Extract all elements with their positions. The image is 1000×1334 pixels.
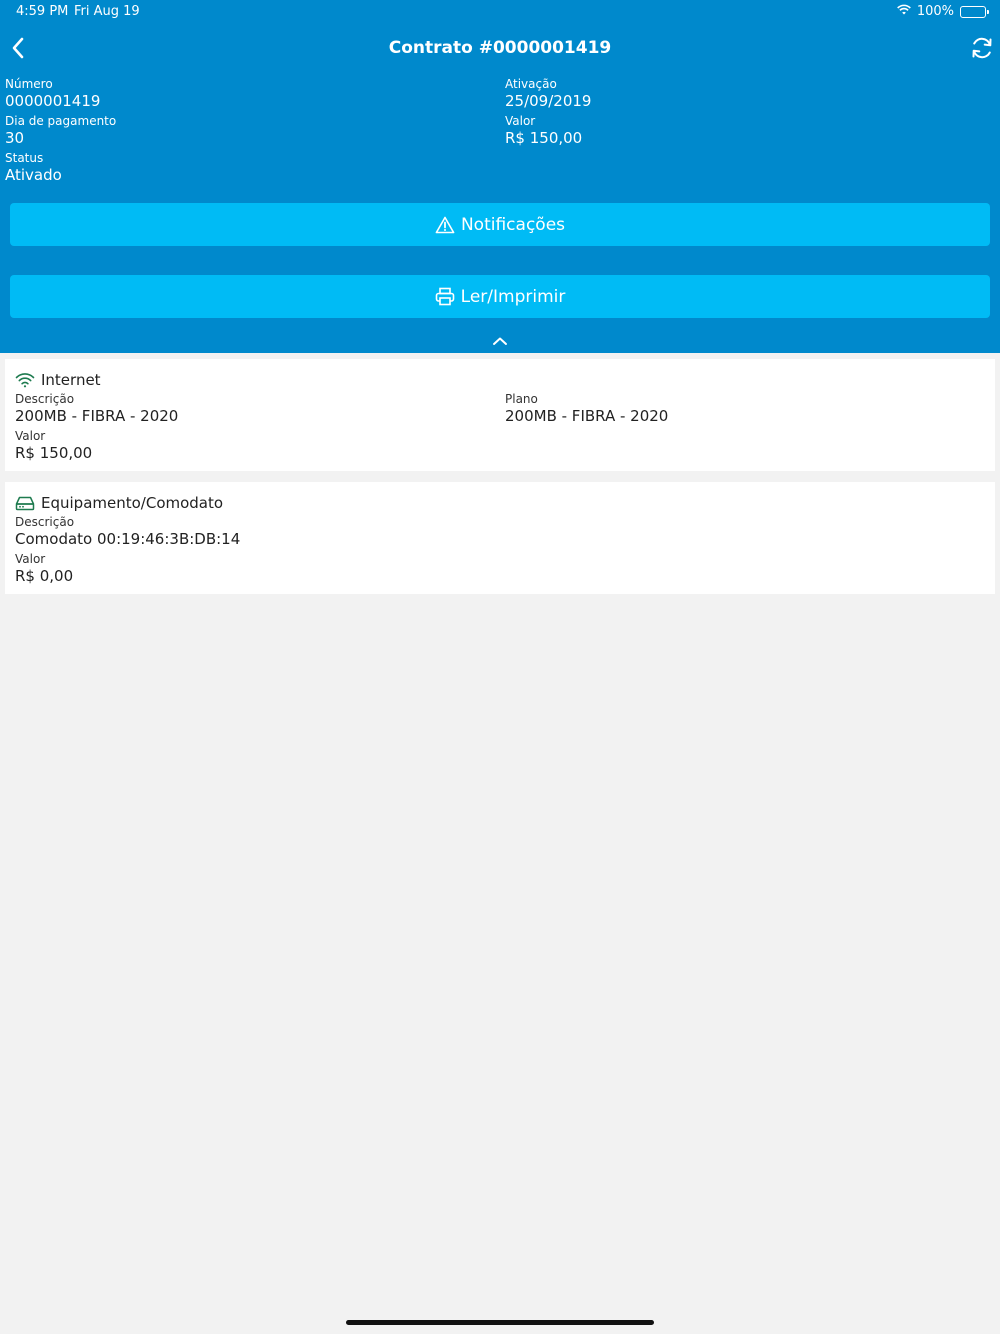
internet-valor-label: Valor [15,429,46,443]
equipamento-valor-label: Valor [15,552,46,566]
chevron-up-icon [493,337,507,345]
status-value: Ativado [5,166,62,184]
status-time: 4:59 PM [16,4,69,19]
status-right: 100% [896,4,989,19]
equipamento-card: Equipamento/Comodato Descrição Comodato … [5,482,995,594]
internet-valor-field: Valor R$ 150,00 [15,429,92,463]
internet-plano-value: 200MB - FIBRA - 2020 [505,407,669,425]
home-indicator[interactable] [346,1320,654,1325]
internet-valor-value: R$ 150,00 [15,444,93,462]
header: 4:59 PM Fri Aug 19 100% Contrato #000000… [0,0,1000,353]
dia-pagamento-label: Dia de pagamento [5,114,117,128]
status-label: Status [5,151,44,165]
refresh-button[interactable] [968,34,996,62]
internet-descricao-value: 200MB - FIBRA - 2020 [15,407,179,425]
numero-field: Número 0000001419 [5,77,100,111]
refresh-icon [972,37,992,59]
internet-plano-label: Plano [505,392,538,406]
equipamento-valor-value: R$ 0,00 [15,567,74,585]
notificacoes-button[interactable]: Notificações [10,203,990,246]
status-field: Status Ativado [5,151,62,185]
notificacoes-label: Notificações [460,214,566,235]
valor-value: R$ 150,00 [505,129,583,147]
internet-card: Internet Descrição 200MB - FIBRA - 2020 … [5,359,995,471]
battery-icon [960,5,989,18]
equipamento-valor-field: Valor R$ 0,00 [15,552,73,586]
wifi-icon [15,373,35,388]
ativacao-label: Ativação [505,77,557,91]
internet-title: Internet [15,371,101,389]
hard-drive-icon [15,496,35,511]
equipamento-descricao-value: Comodato 00:19:46:3B:DB:14 [15,530,241,548]
imprimir-label: Ler/Imprimir [460,286,566,307]
printer-icon [435,287,454,306]
dia-pagamento-value: 30 [5,129,25,147]
valor-label: Valor [505,114,536,128]
equipamento-title: Equipamento/Comodato [15,494,223,512]
imprimir-button[interactable]: Ler/Imprimir [10,275,990,318]
ativacao-value: 25/09/2019 [505,92,592,110]
status-bar: 4:59 PM Fri Aug 19 100% [0,0,1000,24]
internet-descricao-field: Descrição 200MB - FIBRA - 2020 [15,392,178,426]
collapse-button[interactable] [488,332,512,350]
numero-label: Número [5,77,53,91]
status-date: Fri Aug 19 [74,4,140,19]
equipamento-descricao-field: Descrição Comodato 00:19:46:3B:DB:14 [15,515,240,549]
ativacao-field: Ativação 25/09/2019 [505,77,591,111]
equipamento-descricao-label: Descrição [15,515,75,529]
valor-field: Valor R$ 150,00 [505,114,582,148]
internet-title-label: Internet [41,371,101,389]
page-title: Contrato #0000001419 [388,38,612,58]
numero-value: 0000001419 [5,92,101,110]
equipamento-title-label: Equipamento/Comodato [41,494,224,512]
internet-plano-field: Plano 200MB - FIBRA - 2020 [505,392,668,426]
wifi-icon [896,4,911,19]
battery-percent: 100% [916,4,954,19]
internet-descricao-label: Descrição [15,392,75,406]
dia-pagamento-field: Dia de pagamento 30 [5,114,116,148]
warning-icon [435,216,455,233]
